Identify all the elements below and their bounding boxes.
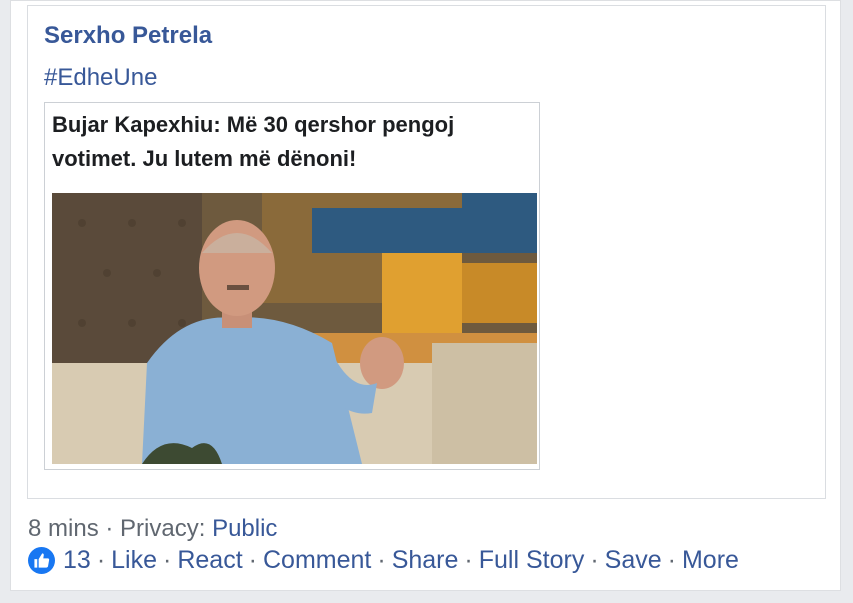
separator: · <box>377 546 386 574</box>
separator: · <box>667 546 676 574</box>
save-button[interactable]: Save <box>605 546 662 575</box>
thumbs-up-icon <box>28 547 55 574</box>
timestamp[interactable]: 8 mins <box>28 515 99 542</box>
author-name[interactable]: Serxho Petrela <box>44 22 212 50</box>
shared-post[interactable]: Serxho Petrela #EdheUne Bujar Kapexhiu: … <box>27 5 826 499</box>
shared-image-card[interactable]: Bujar Kapexhiu: Më 30 qershor pengoj vot… <box>44 102 540 470</box>
separator: · <box>590 546 599 574</box>
separator: · <box>248 546 257 574</box>
like-button[interactable]: Like <box>111 546 157 575</box>
photo-illustration <box>52 193 537 464</box>
post-meta: 8 mins · Privacy: Public <box>28 515 277 543</box>
full-story-button[interactable]: Full Story <box>479 546 585 575</box>
privacy-label: Privacy: <box>120 515 206 542</box>
post-card: Serxho Petrela #EdheUne Bujar Kapexhiu: … <box>10 0 841 591</box>
post-photo[interactable] <box>52 193 537 464</box>
react-button[interactable]: React <box>177 546 242 575</box>
separator: · <box>96 546 106 574</box>
action-bar: 13 · Like · React · Comment · Share · Fu… <box>28 546 739 575</box>
hashtag-link[interactable]: #EdheUne <box>44 64 157 92</box>
separator: · <box>464 546 473 574</box>
image-headline: Bujar Kapexhiu: Më 30 qershor pengoj vot… <box>52 112 455 171</box>
meta-separator: · <box>105 515 114 542</box>
more-button[interactable]: More <box>682 546 739 575</box>
privacy-value[interactable]: Public <box>212 515 277 542</box>
comment-button[interactable]: Comment <box>263 546 371 575</box>
separator: · <box>163 546 172 574</box>
share-button[interactable]: Share <box>392 546 459 575</box>
like-count[interactable]: 13 <box>63 546 91 575</box>
